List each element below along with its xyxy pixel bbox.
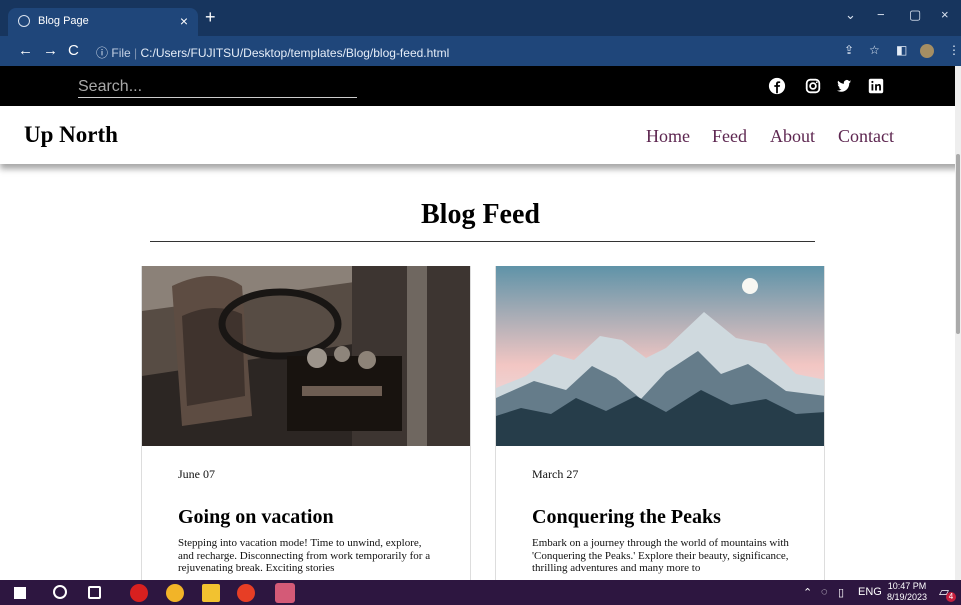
- close-window-icon[interactable]: ×: [941, 7, 949, 22]
- blog-card-peaks[interactable]: March 27 Conquering the Peaks Embark on …: [495, 266, 825, 586]
- back-icon[interactable]: ←: [18, 42, 33, 59]
- title-divider: [150, 241, 815, 242]
- blog-card-vacation[interactable]: June 07 Going on vacation Stepping into …: [141, 266, 471, 586]
- opera-icon[interactable]: [130, 584, 148, 602]
- menu-icon[interactable]: ⋮: [948, 43, 960, 57]
- file-explorer-icon[interactable]: [202, 584, 220, 602]
- instagram-icon[interactable]: [804, 77, 822, 95]
- post-date: March 27: [532, 467, 579, 481]
- chrome-icon[interactable]: [166, 584, 184, 602]
- nav-contact[interactable]: Contact: [838, 126, 894, 147]
- notification-icon[interactable]: ▱ 4: [939, 584, 956, 602]
- tab-title: Blog Page: [38, 15, 89, 27]
- windows-taskbar: ⌃ ◌ ▯ ENG 10:47 PM 8/19/2023 ▱ 4: [0, 580, 961, 605]
- active-browser-icon[interactable]: [275, 583, 295, 603]
- windows-start-icon[interactable]: [14, 587, 26, 599]
- browser-tab-strip: Blog Page × + ⌄ − ▢ ×: [0, 0, 961, 36]
- network-icon[interactable]: ◌: [821, 586, 828, 598]
- browser-tab[interactable]: Blog Page ×: [8, 8, 198, 36]
- forward-icon[interactable]: →: [43, 42, 58, 59]
- side-panel-icon[interactable]: ◧: [896, 43, 907, 57]
- post-date: June 07: [178, 467, 215, 481]
- task-view-icon[interactable]: [88, 586, 101, 599]
- nav-feed[interactable]: Feed: [712, 126, 747, 147]
- restore-icon[interactable]: ▢: [909, 7, 921, 23]
- site-navigation: Up North Home Feed About Contact: [0, 106, 961, 164]
- close-tab-icon[interactable]: ×: [180, 13, 188, 29]
- url-text: C:/Users/FUJITSU/Desktop/templates/Blog/…: [140, 46, 450, 60]
- post-title[interactable]: Conquering the Peaks: [532, 506, 721, 529]
- clock-date: 8/19/2023: [887, 592, 928, 602]
- page-title: Blog Feed: [421, 199, 540, 230]
- clock[interactable]: 10:47 PM 8/19/2023: [887, 581, 927, 603]
- post-title[interactable]: Going on vacation: [178, 506, 334, 529]
- file-label: File: [111, 46, 131, 60]
- scroll-thumb[interactable]: [956, 154, 960, 334]
- site-brand[interactable]: Up North: [24, 122, 118, 148]
- vacation-photo: [142, 266, 470, 446]
- profile-avatar[interactable]: [920, 44, 934, 58]
- tab-search-icon[interactable]: ⌄: [845, 7, 856, 23]
- search-input[interactable]: [78, 76, 357, 98]
- bookmark-icon[interactable]: ☆: [869, 43, 880, 57]
- info-icon: ⓘ: [96, 46, 109, 60]
- nav-home[interactable]: Home: [646, 126, 690, 147]
- language-indicator[interactable]: ENG: [858, 586, 882, 598]
- share-icon[interactable]: ⇪: [844, 43, 854, 57]
- address-field[interactable]: ⓘ File | C:/Users/FUJITSU/Desktop/templa…: [96, 44, 449, 61]
- nav-about[interactable]: About: [770, 126, 815, 147]
- tray-chevron-icon[interactable]: ⌃: [803, 586, 812, 599]
- app-icon[interactable]: [237, 584, 255, 602]
- battery-icon[interactable]: ▯: [838, 586, 844, 599]
- clock-time: 10:47 PM: [887, 581, 927, 591]
- page-scrollbar[interactable]: [955, 66, 961, 580]
- new-tab-button[interactable]: +: [205, 7, 216, 28]
- site-top-bar: [0, 66, 961, 106]
- facebook-icon[interactable]: [768, 77, 786, 95]
- twitter-icon[interactable]: [835, 77, 853, 95]
- mountains-photo: [496, 266, 824, 446]
- page-icon: [18, 15, 30, 27]
- reload-icon[interactable]: C: [68, 42, 79, 59]
- minimize-icon[interactable]: −: [877, 7, 885, 22]
- post-excerpt: Embark on a journey through the world of…: [532, 537, 789, 575]
- linkedin-icon[interactable]: [867, 77, 885, 95]
- search-icon[interactable]: [53, 585, 67, 599]
- post-excerpt: Stepping into vacation mode! Time to unw…: [178, 537, 431, 575]
- address-toolbar: ← → C ⓘ File | C:/Users/FUJITSU/Desktop/…: [0, 36, 961, 66]
- notification-count: 4: [946, 592, 956, 602]
